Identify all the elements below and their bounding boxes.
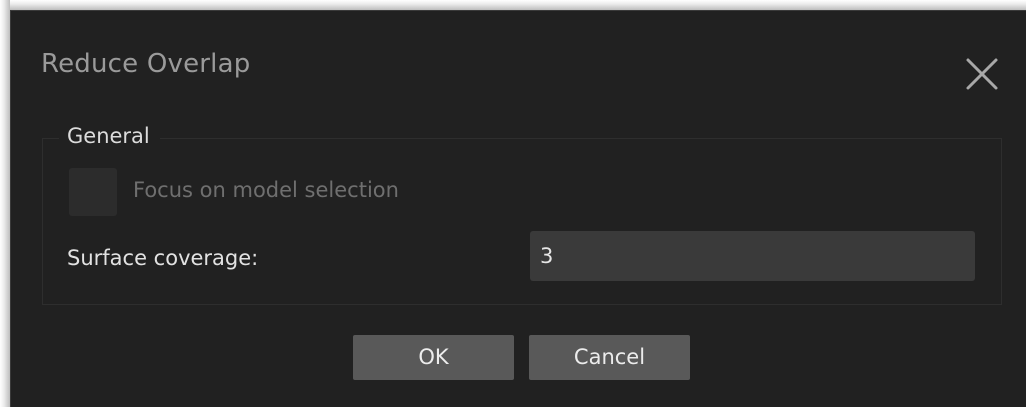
window-shadow-top — [0, 0, 1026, 10]
reduce-overlap-dialog: Reduce Overlap General Focus on model se… — [10, 10, 1026, 407]
focus-on-model-selection-label: Focus on model selection — [133, 178, 399, 202]
surface-coverage-label: Surface coverage: — [67, 246, 259, 270]
dialog-title: Reduce Overlap — [41, 49, 251, 79]
close-icon — [966, 58, 998, 90]
general-group-legend: General — [59, 124, 160, 148]
surface-coverage-input[interactable] — [530, 231, 975, 281]
ok-button[interactable]: OK — [353, 335, 514, 380]
focus-on-model-selection-checkbox[interactable] — [69, 168, 117, 216]
cancel-button[interactable]: Cancel — [529, 335, 690, 380]
close-button[interactable] — [965, 57, 999, 91]
window-shadow-left — [0, 0, 10, 407]
